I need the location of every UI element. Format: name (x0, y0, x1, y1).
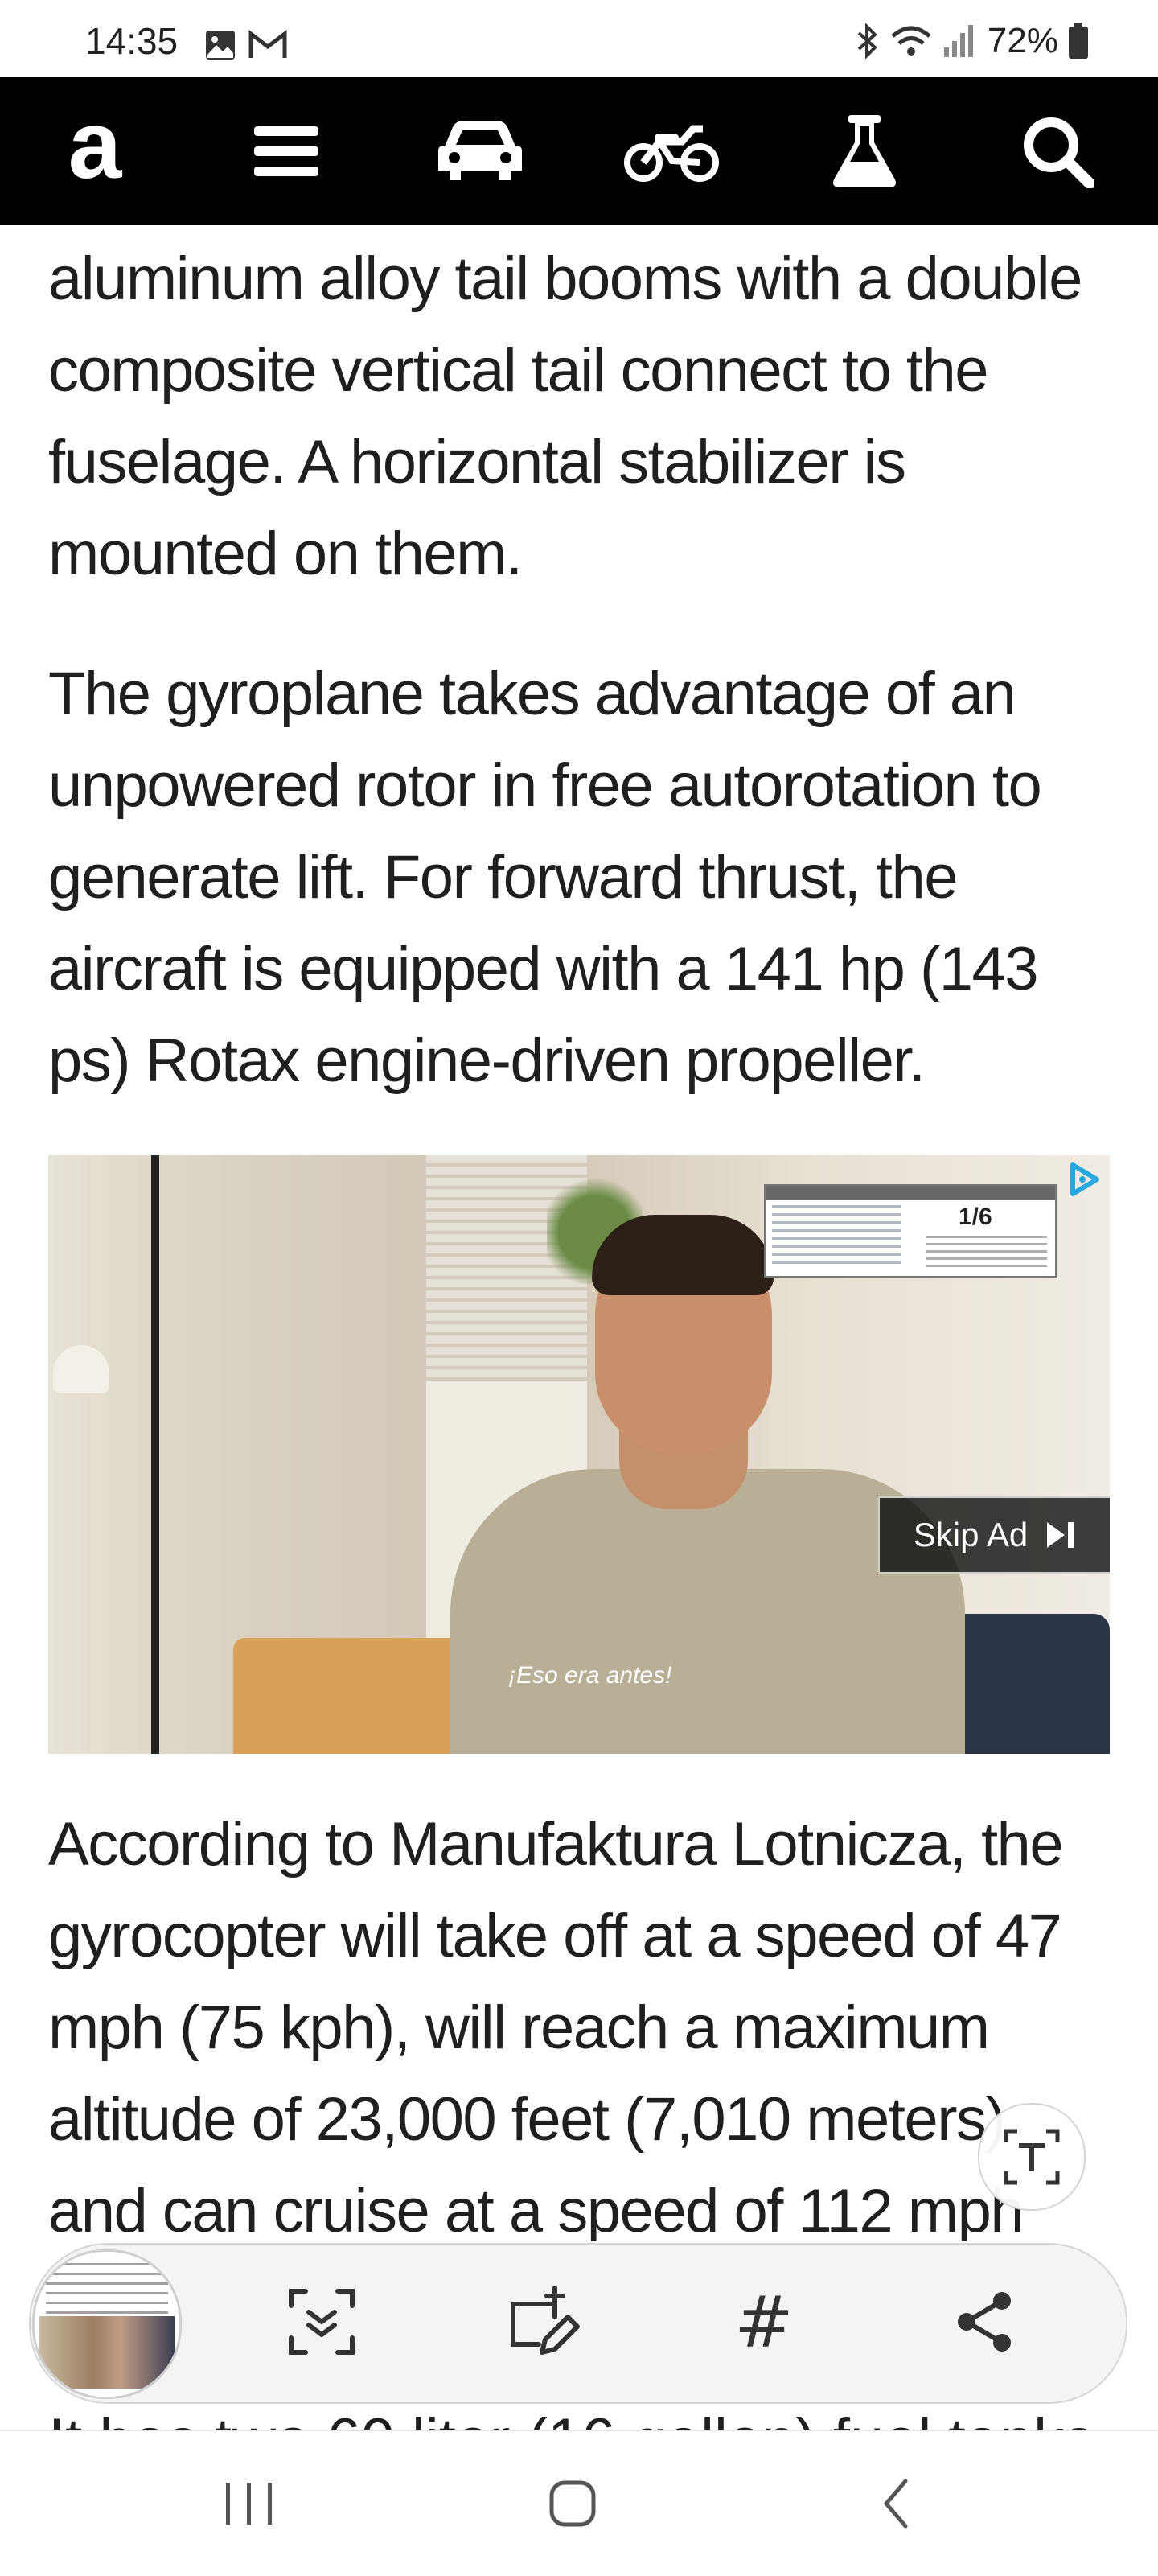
recent-apps-icon (226, 2483, 272, 2525)
ad-subtitle: ¡Eso era antes! (508, 1662, 672, 1689)
site-logo[interactable]: a (47, 77, 143, 225)
ad-choices-button[interactable] (1065, 1160, 1103, 1203)
article-paragraph: According to Manufaktura Lotnicza, the g… (48, 1810, 1064, 2241)
text-extract-icon (1004, 2129, 1060, 2185)
ad-info-fineprint (772, 1205, 901, 1269)
car-icon (438, 121, 522, 180)
scan-icon (289, 2289, 355, 2355)
ad-info-number: 1/6 (959, 1204, 992, 1230)
thumbnail-image-preview (39, 2316, 175, 2389)
hashtag-button[interactable]: # (725, 2281, 803, 2364)
battery-percentage: 72% (987, 21, 1058, 60)
article-paragraph-2-wrap: The gyroplane takes advantage of an unpo… (48, 648, 1110, 1107)
skip-ad-button[interactable]: Skip Ad (878, 1496, 1110, 1574)
ad-scene-person-hair (592, 1215, 774, 1295)
back-icon (884, 2479, 908, 2529)
edit-screenshot-icon (511, 2286, 580, 2355)
status-right: 72% (856, 21, 1089, 61)
wifi-icon (891, 26, 931, 56)
science-button[interactable] (812, 77, 917, 225)
hashtag-icon: # (734, 2280, 794, 2364)
share-icon (958, 2292, 1011, 2352)
video-ad[interactable]: 1/6 Skip Ad ¡Eso era antes! (48, 1155, 1110, 1754)
status-bar: 14:35 72% (0, 0, 1158, 77)
back-button[interactable] (832, 2431, 960, 2576)
thumbnail-text-preview (46, 2263, 168, 2315)
ad-risk-indicator: 1/6 (764, 1184, 1057, 1278)
home-icon (549, 2480, 596, 2527)
ad-scene-lamp-shade (53, 1345, 109, 1393)
share-button[interactable] (946, 2283, 1023, 2360)
motorcycles-button[interactable] (619, 77, 724, 225)
skip-ad-label: Skip Ad (913, 1516, 1029, 1553)
flask-icon (833, 115, 896, 187)
extract-text-button[interactable] (978, 2103, 1086, 2211)
ad-info-header (766, 1186, 1055, 1200)
article-paragraph-1-wrap: aluminum alloy tail booms with a double … (48, 233, 1110, 600)
gallery-icon (206, 31, 235, 60)
ad-info-fineprint-right (926, 1236, 1047, 1268)
gmail-icon (248, 29, 287, 58)
skip-next-icon (1047, 1522, 1074, 1548)
recent-apps-button[interactable] (185, 2431, 314, 2576)
home-button[interactable] (508, 2431, 637, 2576)
article-paragraph-3-wrap: According to Manufaktura Lotnicza, the g… (48, 1799, 1110, 2241)
system-navigation-bar (0, 2430, 1158, 2576)
site-navbar: a (0, 77, 1158, 225)
cars-button[interactable] (428, 77, 532, 225)
screenshot-thumbnail[interactable] (32, 2249, 182, 2399)
scroll-capture-button[interactable] (283, 2283, 360, 2360)
adchoices-icon (1070, 1162, 1099, 1196)
edit-screenshot-button[interactable] (505, 2283, 582, 2360)
status-time: 14:35 (85, 20, 179, 62)
battery-icon (1069, 23, 1088, 59)
article-paragraph: The gyroplane takes advantage of an unpo… (48, 660, 1042, 1095)
search-button[interactable] (1005, 77, 1110, 225)
ad-scene-lamp (151, 1155, 159, 1754)
menu-button[interactable] (238, 77, 335, 225)
search-icon (1024, 117, 1094, 188)
logo-text: a (68, 91, 122, 199)
menu-icon (254, 126, 318, 176)
article-paragraph: aluminum alloy tail booms with a double … (48, 245, 1082, 588)
motorcycle-icon (624, 125, 719, 182)
notification-icons (204, 29, 288, 61)
bluetooth-icon (857, 23, 877, 59)
signal-icon (943, 25, 973, 57)
